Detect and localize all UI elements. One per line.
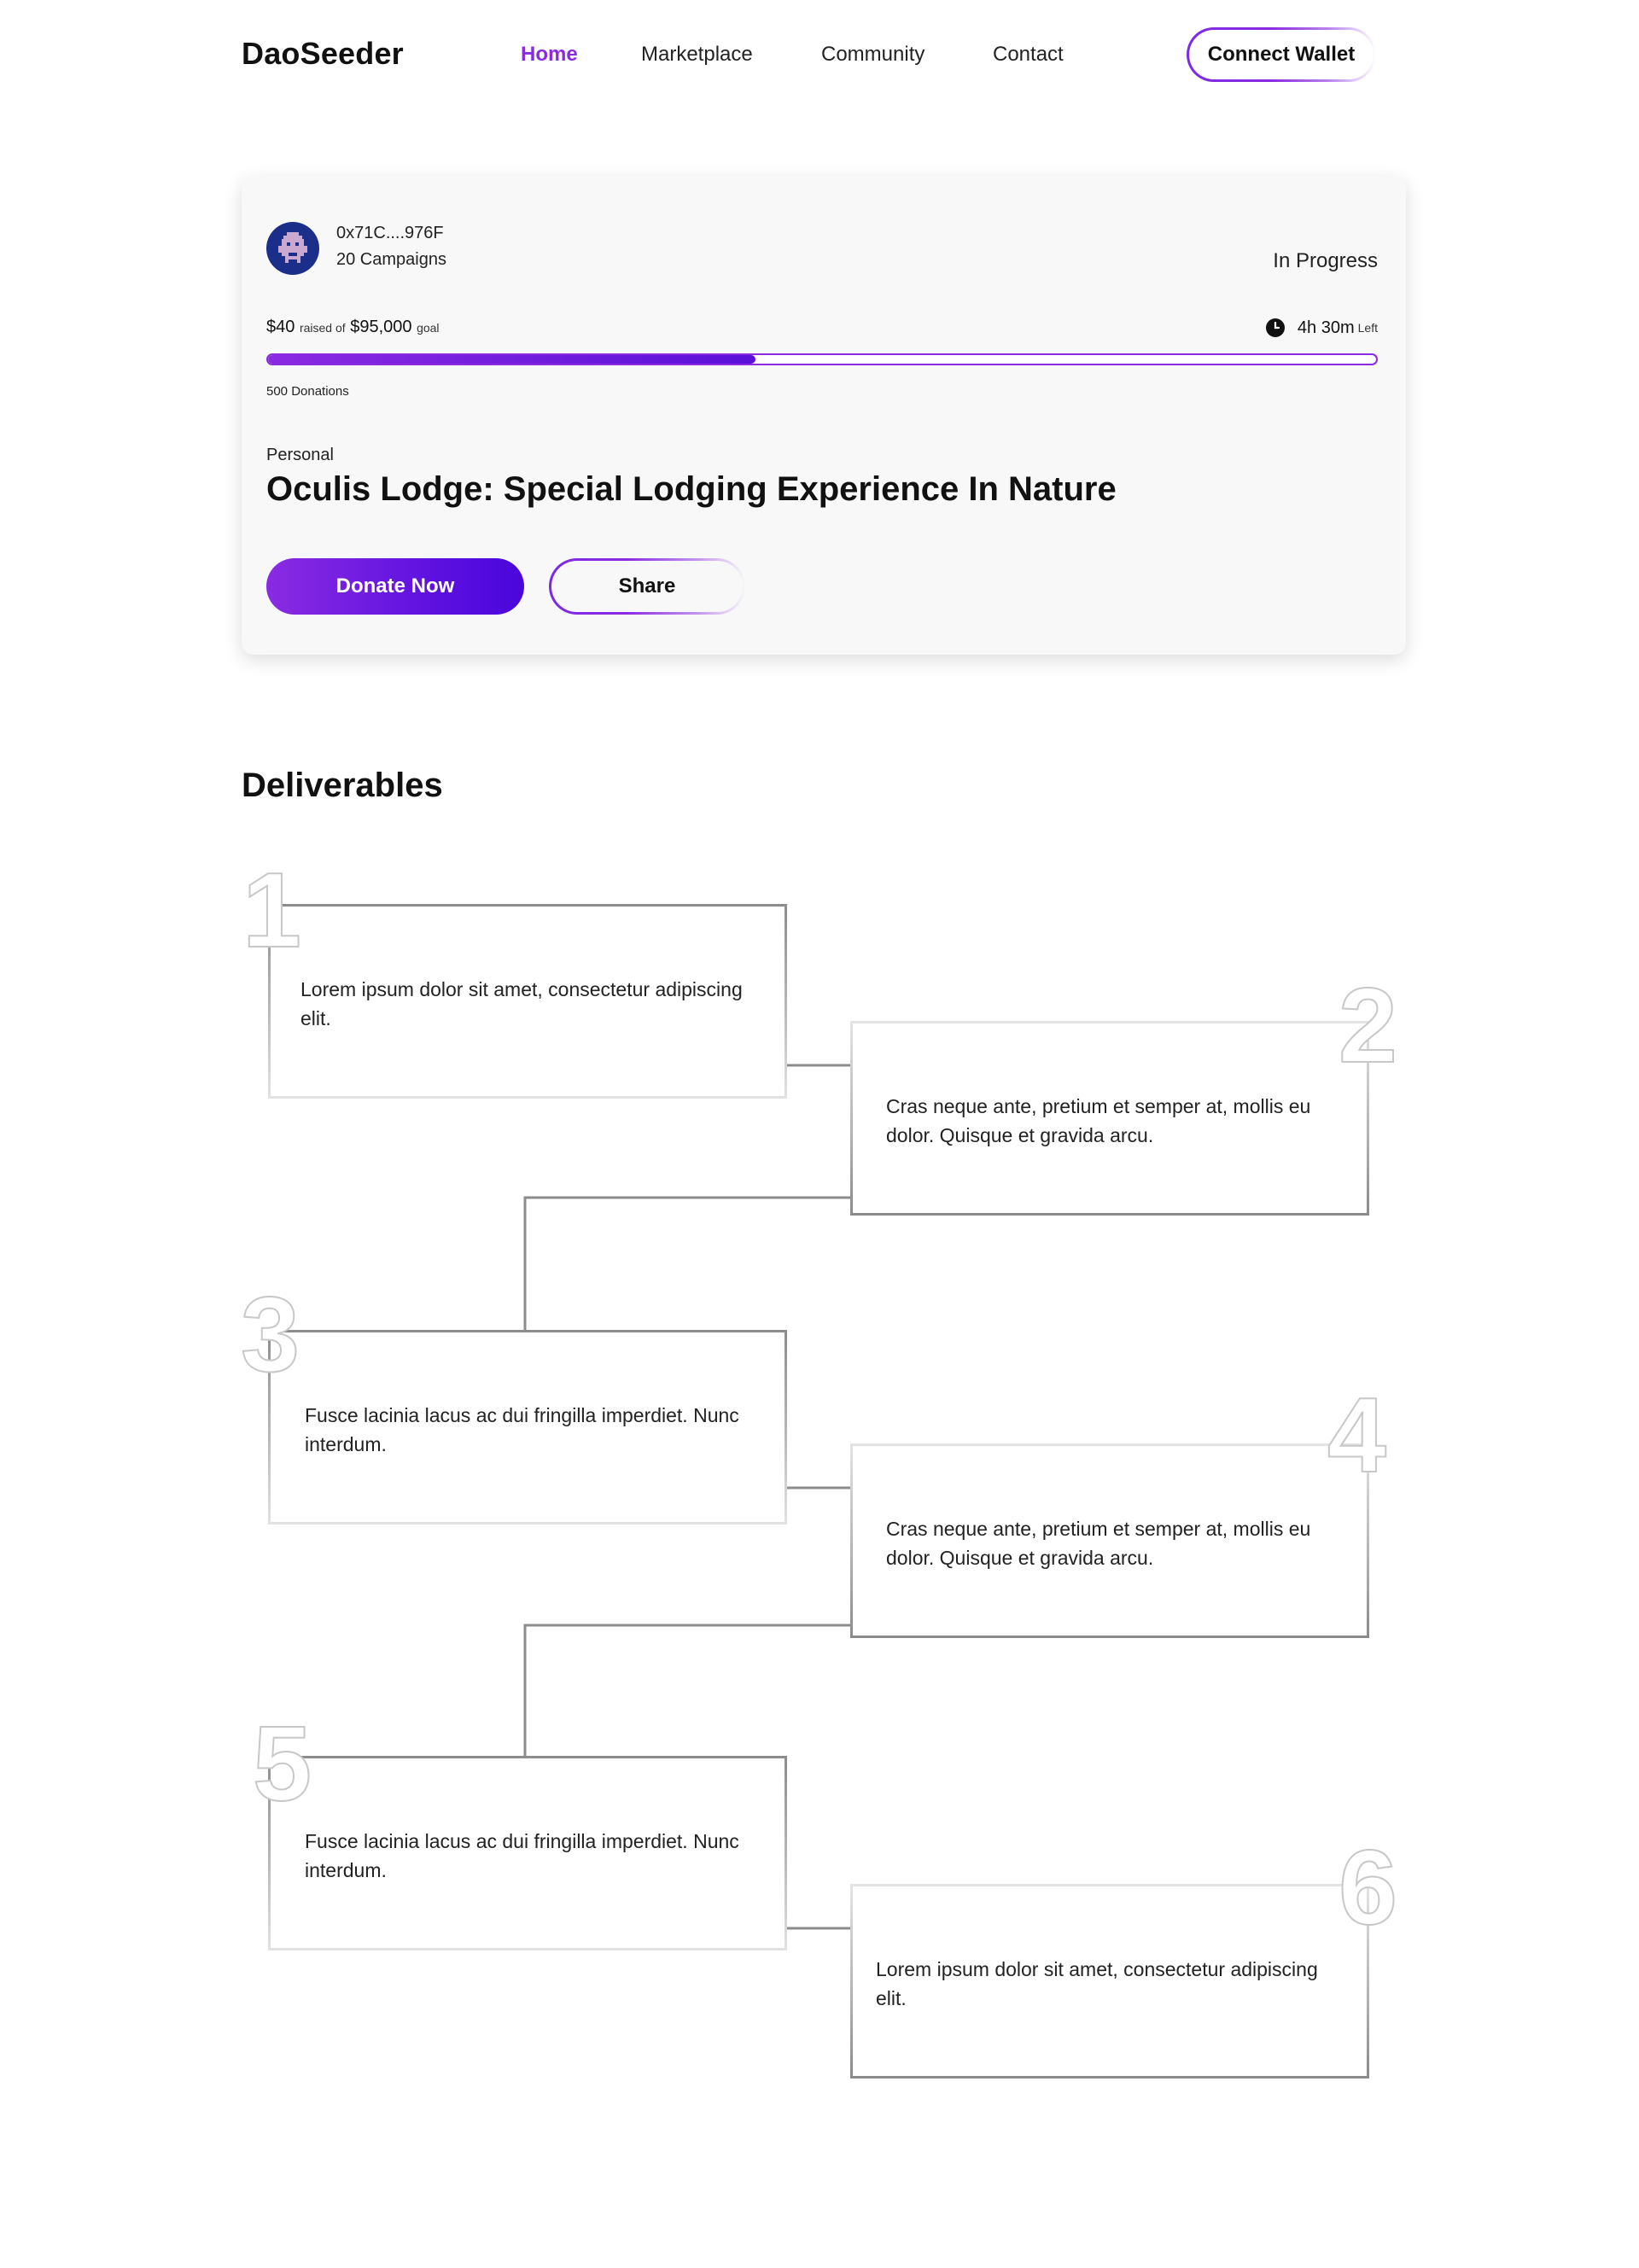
- campaign-card: 0x71C....976F 20 Campaigns In Progress $…: [242, 177, 1406, 655]
- time-left-value: 4h 30m: [1297, 318, 1355, 337]
- nav-home[interactable]: Home: [521, 43, 578, 67]
- deliverable-text-4: Cras neque ante, pretium et semper at, m…: [886, 1518, 1311, 1569]
- deliverable-number-3: 3: [240, 1276, 300, 1394]
- funding-progress-fill: [268, 355, 756, 364]
- nav-community[interactable]: Community: [821, 43, 924, 67]
- pixel-avatar-icon: [278, 232, 307, 263]
- deliverable-number-6: 6: [1338, 1829, 1398, 1947]
- deliverable-number-2: 2: [1338, 967, 1398, 1085]
- donate-now-button[interactable]: Donate Now: [266, 558, 524, 615]
- goal-amount: $95,000: [350, 318, 412, 336]
- deliverable-card-5: Fusce lacinia lacus ac dui fringilla imp…: [268, 1756, 787, 1950]
- brand-logo[interactable]: DaoSeeder: [242, 36, 404, 72]
- creator-address[interactable]: 0x71C....976F: [336, 224, 444, 243]
- creator-campaign-count: 20 Campaigns: [336, 250, 446, 269]
- nav-contact[interactable]: Contact: [993, 43, 1064, 67]
- deliverable-card-3: Fusce lacinia lacus ac dui fringilla imp…: [268, 1330, 787, 1525]
- deliverable-card-6: Lorem ipsum dolor sit amet, consectetur …: [850, 1884, 1369, 2079]
- nav-marketplace[interactable]: Marketplace: [641, 43, 753, 67]
- time-left-suffix: Left: [1357, 321, 1378, 335]
- campaign-category: Personal: [266, 446, 334, 464]
- deliverable-text-6: Lorem ipsum dolor sit amet, consectetur …: [876, 1958, 1318, 2009]
- share-button[interactable]: Share: [549, 558, 745, 615]
- donation-count: 500 Donations: [266, 384, 349, 399]
- raised-amount: $40: [266, 318, 295, 336]
- clock-icon: [1265, 318, 1286, 338]
- deliverable-text-2: Cras neque ante, pretium et semper at, m…: [886, 1095, 1311, 1146]
- connect-wallet-button[interactable]: Connect Wallet: [1187, 27, 1376, 82]
- deliverable-number-5: 5: [252, 1705, 312, 1823]
- time-left: 4h 30m Left: [1265, 318, 1378, 338]
- deliverable-text-3: Fusce lacinia lacus ac dui fringilla imp…: [305, 1404, 739, 1455]
- raised-summary: $40 raised of $95,000 goal: [266, 318, 440, 337]
- deliverable-number-1: 1: [242, 852, 302, 970]
- deliverable-number-4: 4: [1327, 1377, 1387, 1495]
- funding-progress-bar: [266, 353, 1378, 365]
- deliverable-card-2: Cras neque ante, pretium et semper at, m…: [850, 1021, 1369, 1216]
- deliverable-text-1: Lorem ipsum dolor sit amet, consectetur …: [300, 978, 743, 1029]
- deliverable-text-5: Fusce lacinia lacus ac dui fringilla imp…: [305, 1830, 739, 1881]
- creator-avatar[interactable]: [266, 222, 319, 275]
- raised-of-label: raised of: [299, 321, 346, 335]
- deliverables-heading: Deliverables: [242, 767, 443, 804]
- campaign-status: In Progress: [1273, 249, 1378, 272]
- campaign-title: Oculis Lodge: Special Lodging Experience…: [266, 470, 1117, 508]
- goal-label: goal: [417, 321, 440, 335]
- deliverable-card-4: Cras neque ante, pretium et semper at, m…: [850, 1443, 1369, 1638]
- deliverable-card-1: Lorem ipsum dolor sit amet, consectetur …: [268, 904, 787, 1099]
